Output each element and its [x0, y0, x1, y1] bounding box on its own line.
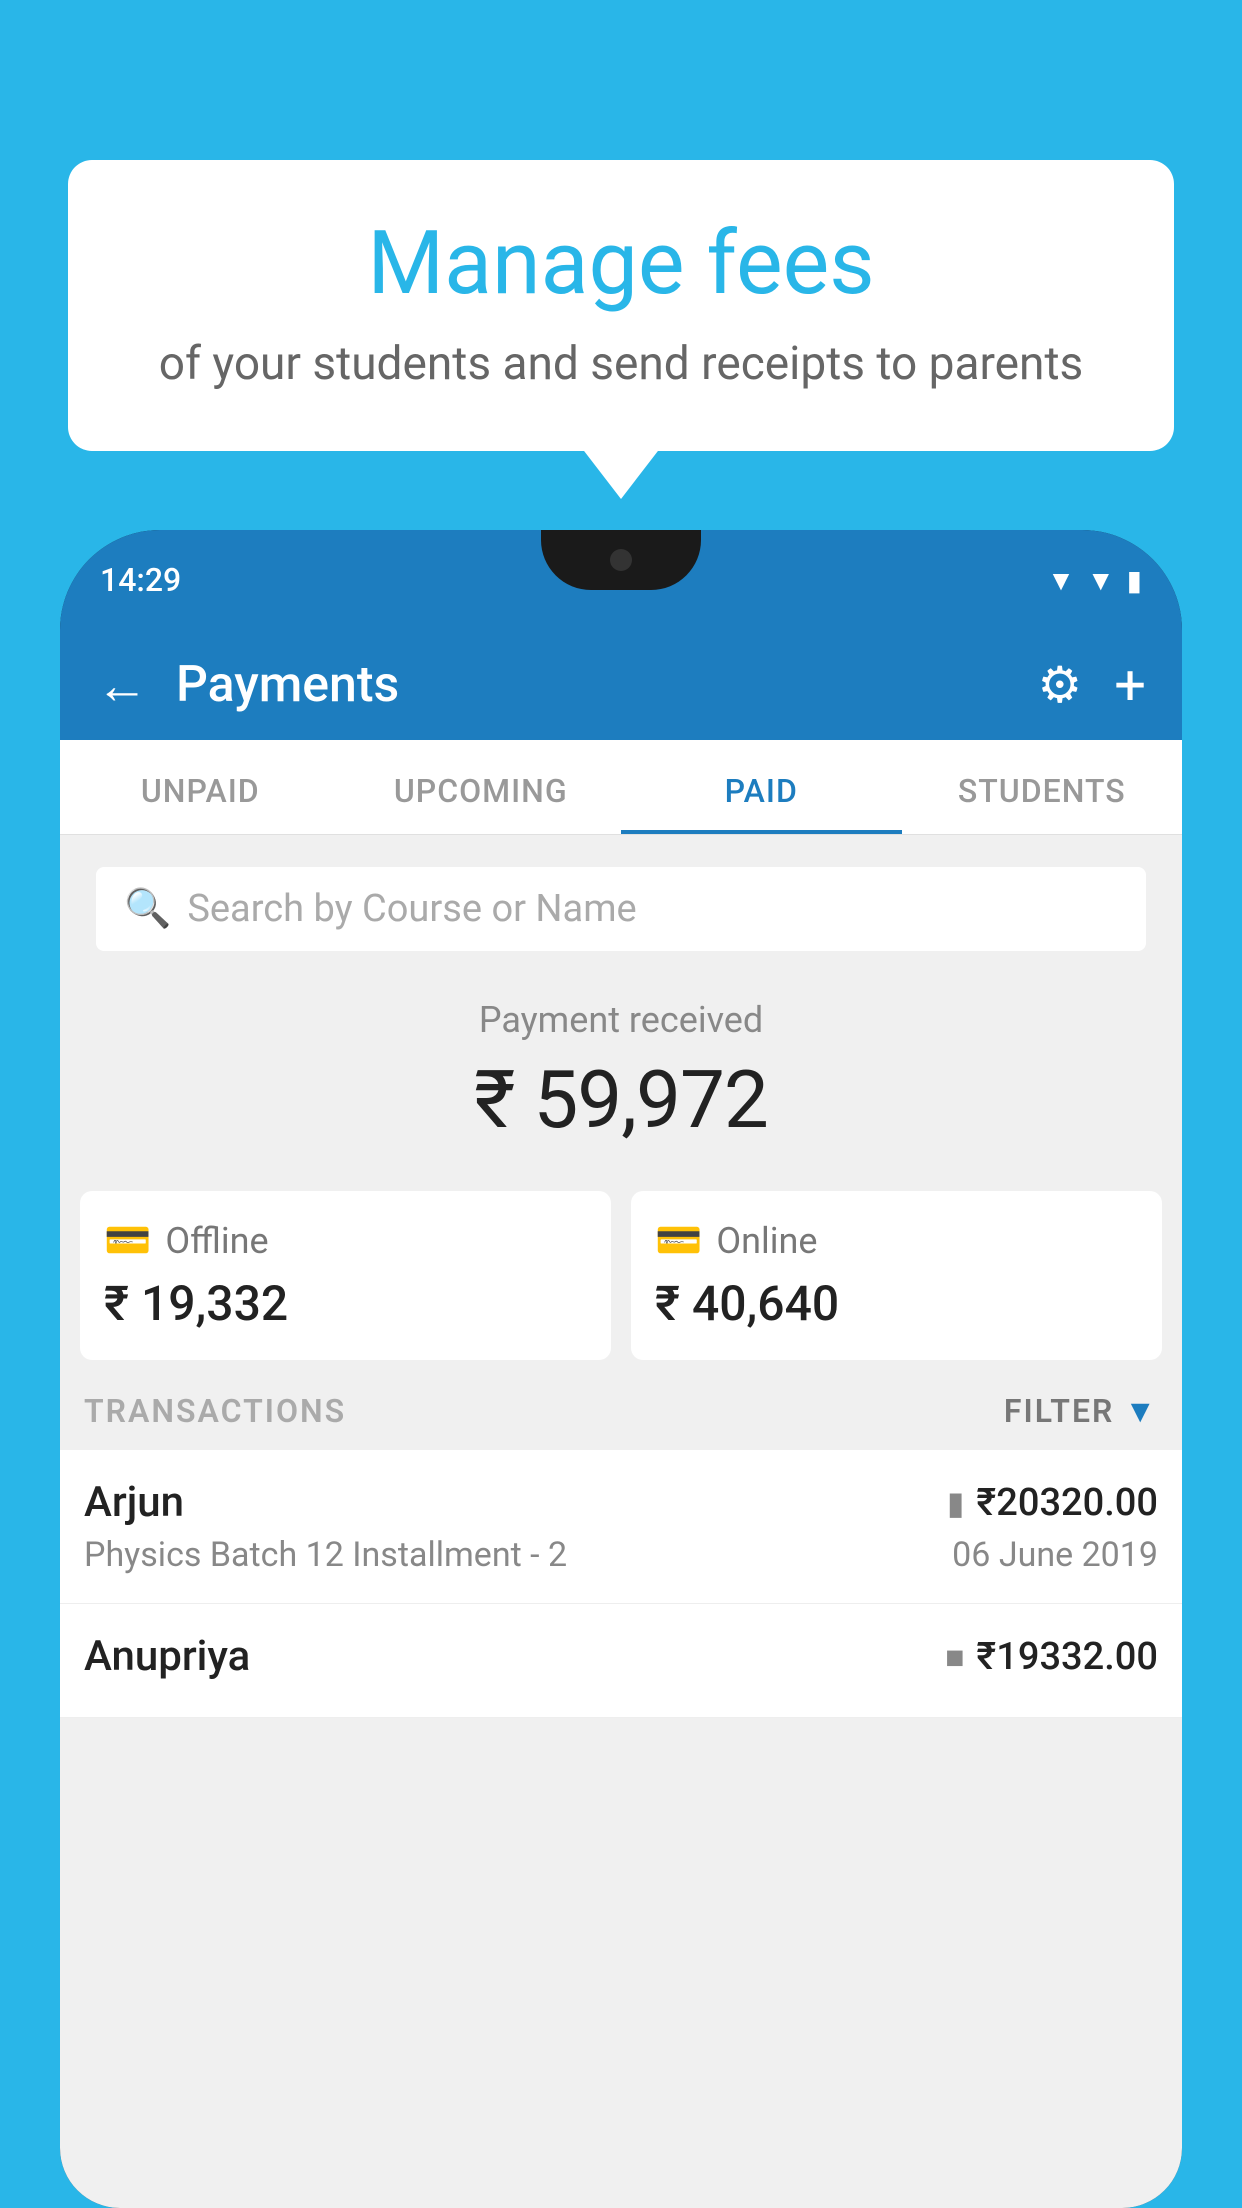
search-icon: 🔍 — [124, 887, 171, 931]
wifi-icon: ▼ — [1047, 564, 1075, 597]
transactions-label: TRANSACTIONS — [84, 1392, 346, 1430]
payment-summary: Payment received ₹ 59,972 — [60, 967, 1182, 1171]
app-header: ← Payments ⚙ + — [60, 630, 1182, 740]
add-button[interactable]: + — [1114, 652, 1146, 718]
online-payment-icon: ▮ — [947, 1484, 965, 1522]
online-card: 💳 Online ₹ 40,640 — [631, 1191, 1162, 1360]
offline-icon: 💳 — [104, 1219, 151, 1263]
online-amount: ₹ 40,640 — [655, 1275, 1138, 1332]
header-title: Payments — [176, 656, 1037, 714]
transaction-amount-2: ₹19332.00 — [976, 1635, 1158, 1679]
tabs-bar: UNPAID UPCOMING PAID STUDENTS — [60, 740, 1182, 835]
bubble-subtitle: of your students and send receipts to pa… — [116, 337, 1126, 391]
search-bar[interactable]: 🔍 Search by Course or Name — [96, 867, 1146, 951]
filter-button[interactable]: FILTER ▼ — [1004, 1392, 1158, 1430]
back-button[interactable]: ← — [96, 655, 148, 716]
transaction-name: Arjun — [84, 1478, 184, 1527]
bubble-title: Manage fees — [116, 216, 1126, 313]
tab-unpaid[interactable]: UNPAID — [60, 740, 341, 834]
transaction-amount: ₹20320.00 — [976, 1481, 1158, 1525]
battery-icon: ▮ — [1127, 564, 1142, 597]
phone-notch — [541, 530, 701, 590]
transaction-name-2: Anupriya — [84, 1632, 250, 1681]
transactions-header: TRANSACTIONS FILTER ▼ — [60, 1360, 1182, 1450]
offline-amount: ₹ 19,332 — [104, 1275, 587, 1332]
signal-icon: ▼ — [1087, 564, 1115, 597]
status-icons: ▼ ▼ ▮ — [1047, 564, 1142, 597]
offline-payment-icon: ■ — [945, 1638, 964, 1676]
online-icon: 💳 — [655, 1219, 702, 1263]
payment-cards: 💳 Offline ₹ 19,332 💳 Online ₹ 40,640 — [80, 1191, 1162, 1360]
phone-frame: 14:29 ▼ ▼ ▮ ← Payments ⚙ + UNPAID UPCOMI… — [60, 530, 1182, 2208]
payment-received-label: Payment received — [60, 999, 1182, 1041]
table-row[interactable]: Arjun ▮ ₹20320.00 Physics Batch 12 Insta… — [60, 1450, 1182, 1604]
filter-label: FILTER — [1004, 1392, 1114, 1430]
transaction-date: 06 June 2019 — [952, 1535, 1158, 1575]
offline-card: 💳 Offline ₹ 19,332 — [80, 1191, 611, 1360]
online-label: Online — [716, 1220, 817, 1262]
tab-students[interactable]: STUDENTS — [902, 740, 1183, 834]
transaction-course: Physics Batch 12 Installment - 2 — [84, 1535, 567, 1575]
gear-button[interactable]: ⚙ — [1037, 656, 1082, 715]
status-time: 14:29 — [100, 561, 181, 599]
speech-bubble: Manage fees of your students and send re… — [68, 160, 1174, 451]
search-placeholder: Search by Course or Name — [187, 887, 636, 931]
payment-total-amount: ₹ 59,972 — [60, 1053, 1182, 1147]
filter-icon: ▼ — [1124, 1392, 1158, 1430]
status-bar: 14:29 ▼ ▼ ▮ — [60, 530, 1182, 630]
tab-upcoming[interactable]: UPCOMING — [341, 740, 622, 834]
phone-screen: UNPAID UPCOMING PAID STUDENTS 🔍 Search b… — [60, 740, 1182, 2208]
offline-label: Offline — [165, 1220, 268, 1262]
camera — [610, 549, 632, 571]
table-row[interactable]: Anupriya ■ ₹19332.00 — [60, 1604, 1182, 1718]
tab-paid[interactable]: PAID — [621, 740, 902, 834]
